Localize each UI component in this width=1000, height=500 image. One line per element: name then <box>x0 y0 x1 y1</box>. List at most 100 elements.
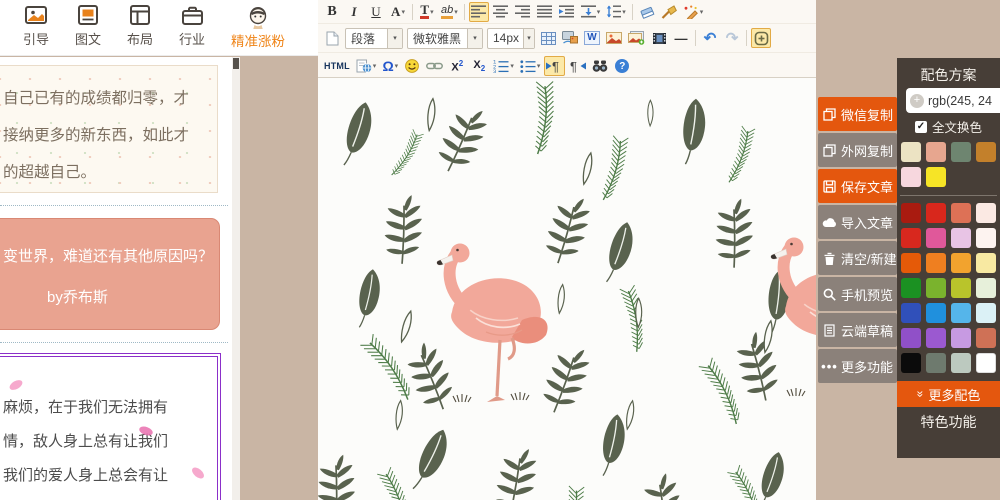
color-swatch[interactable] <box>926 278 946 298</box>
color-swatch[interactable] <box>951 228 971 248</box>
color-swatch[interactable] <box>976 142 996 162</box>
color-swatch[interactable] <box>976 253 996 273</box>
color-swatch[interactable] <box>901 228 921 248</box>
paragraph-select[interactable]: 段落▾ <box>345 28 403 49</box>
color-swatch[interactable] <box>976 353 996 373</box>
html-source-button[interactable]: HTML <box>322 56 352 76</box>
undo-button[interactable]: ↶ <box>700 28 720 48</box>
color-swatch[interactable] <box>926 142 946 162</box>
bold-button[interactable]: B <box>322 2 342 22</box>
insert-link-button[interactable] <box>424 56 445 76</box>
color-swatch[interactable] <box>976 203 996 223</box>
color-swatch[interactable] <box>926 328 946 348</box>
checkbox-checked-icon[interactable]: ✓ <box>915 121 927 133</box>
subscript-button[interactable]: X2 <box>469 56 489 76</box>
nav-item-article[interactable]: 图文 <box>62 4 114 48</box>
insert-image-button[interactable] <box>604 28 624 48</box>
more-colors-button[interactable]: » 更多配色 <box>897 381 1000 407</box>
color-swatch[interactable] <box>951 142 971 162</box>
scrollbar-thumb[interactable] <box>233 58 239 69</box>
word-import-button[interactable]: W <box>582 28 602 48</box>
recolor-checkbox-row[interactable]: ✓ 全文换色 <box>897 113 1000 140</box>
cloud-draft-button[interactable]: 云端草稿 <box>818 313 897 347</box>
color-swatch[interactable] <box>901 253 921 273</box>
align-justify-button[interactable] <box>535 2 555 22</box>
insert-box-button[interactable] <box>751 28 771 48</box>
color-swatch[interactable] <box>976 328 996 348</box>
text-direction-ltr-button[interactable]: ¶ <box>544 56 565 76</box>
color-swatch[interactable] <box>901 328 921 348</box>
color-swatch[interactable] <box>901 278 921 298</box>
external-copy-button[interactable]: 外网复制 <box>818 133 897 167</box>
line-height-button[interactable]: ▾ <box>604 2 628 22</box>
color-swatch[interactable] <box>926 303 946 323</box>
new-doc-button[interactable] <box>322 28 342 48</box>
add-color-icon[interactable]: + <box>910 94 924 108</box>
para-spacing-button[interactable]: ▾ <box>579 2 603 22</box>
page-preview-button[interactable]: ▾ <box>354 56 379 76</box>
align-right-button[interactable] <box>513 2 533 22</box>
color-swatch[interactable] <box>926 353 946 373</box>
color-swatch[interactable] <box>926 253 946 273</box>
italic-button[interactable]: I <box>344 2 364 22</box>
underline-button[interactable]: U <box>366 2 386 22</box>
template-scrollbar[interactable] <box>232 57 240 500</box>
color-swatch[interactable] <box>951 353 971 373</box>
color-swatch[interactable] <box>901 167 921 187</box>
color-swatch[interactable] <box>951 253 971 273</box>
import-article-button[interactable]: 导入文章 <box>818 205 897 239</box>
color-swatch[interactable] <box>926 203 946 223</box>
color-swatch[interactable] <box>976 278 996 298</box>
multi-image-button[interactable] <box>626 28 647 48</box>
font-family-select[interactable]: 微软雅黑▾ <box>407 28 483 49</box>
color-swatch[interactable] <box>926 167 946 187</box>
color-swatch[interactable] <box>976 228 996 248</box>
insert-video-button[interactable] <box>649 28 669 48</box>
color-swatch[interactable] <box>951 303 971 323</box>
find-replace-button[interactable] <box>590 56 610 76</box>
ordered-list-button[interactable]: 123▾ <box>491 56 516 76</box>
nav-item-fans-growth[interactable]: 精准涨粉 <box>220 4 296 50</box>
phone-preview-button[interactable]: 手机预览 <box>818 277 897 311</box>
horizontal-rule-button[interactable]: — <box>671 28 691 48</box>
emoji-button[interactable] <box>402 56 422 76</box>
editor-canvas[interactable] <box>318 78 816 500</box>
text-direction-rtl-button[interactable]: ¶ <box>567 56 588 76</box>
more-functions-button[interactable]: ••• 更多功能 <box>818 349 897 383</box>
align-center-button[interactable] <box>491 2 511 22</box>
format-brush-button[interactable] <box>659 2 679 22</box>
align-left-button[interactable] <box>469 2 489 22</box>
screenshot-button[interactable] <box>560 28 580 48</box>
wechat-copy-button[interactable]: 微信复制 <box>818 97 897 131</box>
nav-item-layout[interactable]: 布局 <box>114 4 166 48</box>
clear-new-button[interactable]: 清空/新建 <box>818 241 897 275</box>
save-article-button[interactable]: 保存文章 <box>818 169 897 203</box>
superscript-button[interactable]: X2 <box>447 56 467 76</box>
help-button[interactable]: ? <box>612 56 632 76</box>
rgb-color-input[interactable]: + rgb(245, 24 <box>906 88 1000 113</box>
font-size-select[interactable]: 14px▾ <box>487 28 535 49</box>
highlight-color-button[interactable]: ab▾ <box>439 2 460 22</box>
color-swatch[interactable] <box>951 328 971 348</box>
redo-button[interactable]: ↷ <box>722 28 742 48</box>
color-swatch[interactable] <box>976 303 996 323</box>
color-swatch[interactable] <box>951 203 971 223</box>
color-swatch[interactable] <box>901 203 921 223</box>
nav-item-guide[interactable]: 引导 <box>10 4 62 48</box>
nav-item-industry[interactable]: 行业 <box>166 4 218 48</box>
special-features-header[interactable]: 特色功能 <box>897 407 1000 437</box>
indent-button[interactable] <box>557 2 577 22</box>
color-swatch[interactable] <box>926 228 946 248</box>
template-card-quote-2[interactable]: 变世界，难道还有其他原因吗？ by乔布斯 <box>0 218 220 330</box>
color-swatch[interactable] <box>901 303 921 323</box>
magic-format-button[interactable]: ▾ <box>681 2 706 22</box>
template-card-quote-3[interactable]: 麻烦，在于我们无法拥有 情，敌人身上总有让我们 我们的爱人身上总会有让 。——叶… <box>0 356 218 500</box>
font-color-button[interactable]: T▾ <box>417 2 437 22</box>
unordered-list-button[interactable]: ▾ <box>518 56 543 76</box>
font-size-button[interactable]: A▾ <box>388 2 408 22</box>
insert-table-button[interactable] <box>538 28 558 48</box>
eraser-button[interactable] <box>637 2 657 22</box>
color-swatch[interactable] <box>951 278 971 298</box>
special-char-button[interactable]: Ω▾ <box>380 56 400 76</box>
template-card-quote-1[interactable]: 自己已有的成绩都归零，才 接纳更多的新东西，如此才 的超越自己。 <box>0 65 218 193</box>
